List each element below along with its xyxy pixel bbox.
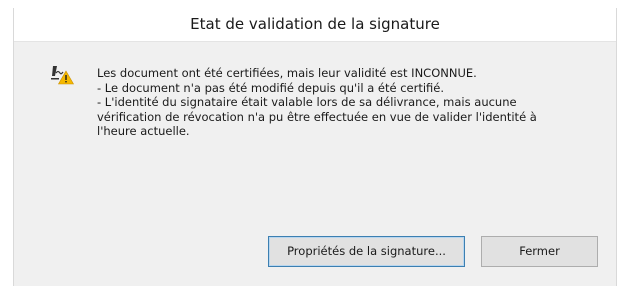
dialog-title: Etat de validation de la signature xyxy=(14,8,616,42)
message-line-unmodified: - Le document n'a pas été modifié depuis… xyxy=(97,80,445,95)
signature-warning-icon xyxy=(51,66,74,85)
validation-message: Les document ont été certifiées, mais le… xyxy=(97,66,567,139)
message-line-identity: - L'identité du signataire était valable… xyxy=(97,95,541,138)
signature-validation-dialog: Etat de validation de la signature Les d… xyxy=(13,8,617,286)
close-button[interactable]: Fermer xyxy=(481,236,598,267)
message-line-status: Les document ont été certifiées, mais le… xyxy=(97,66,477,80)
signature-properties-button[interactable]: Propriétés de la signature... xyxy=(268,236,465,267)
